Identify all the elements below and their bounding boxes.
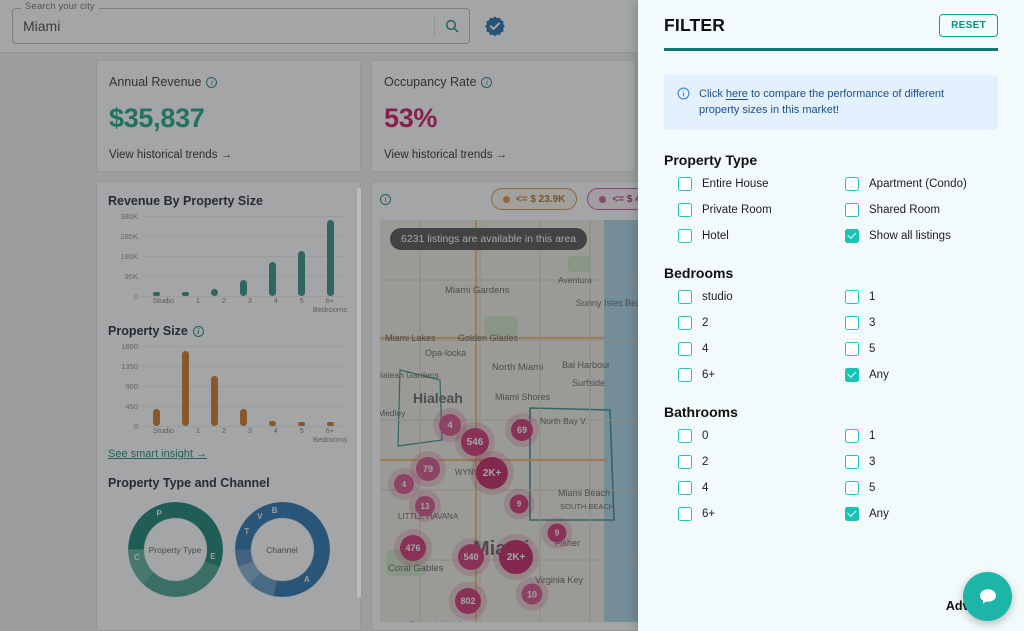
filter-option[interactable]: 0 — [664, 428, 831, 443]
filter-option-label: Hotel — [702, 229, 729, 242]
filter-option-label: 5 — [869, 342, 876, 355]
filter-header: FILTER RESET — [638, 0, 1024, 51]
info-circle-icon — [677, 87, 690, 102]
filter-option-label: Entire House — [702, 177, 769, 190]
notice-prefix: Click — [699, 87, 726, 100]
compare-notice-text: Click here to compare the performance of… — [699, 86, 985, 119]
filter-option[interactable]: 6+ — [664, 367, 831, 382]
filter-option[interactable]: 4 — [664, 480, 831, 495]
filter-option-label: 6+ — [702, 507, 716, 520]
checkbox-icon[interactable] — [678, 454, 692, 469]
filter-drawer: FILTER RESET Click here to compare the p… — [638, 0, 1024, 631]
filter-option-label: 0 — [702, 429, 709, 442]
filter-option-label: 6+ — [702, 368, 716, 381]
filter-option-label: studio — [702, 290, 733, 303]
notice-here-link[interactable]: here — [726, 88, 748, 100]
filter-option-label: 4 — [702, 342, 709, 355]
filter-options: 0 1 2 3 4 5 6+ Any — [664, 428, 998, 521]
filter-option[interactable]: 2 — [664, 454, 831, 469]
filter-option-label: 2 — [702, 455, 709, 468]
app-root: Miami Search your city Annual Revenue i … — [0, 0, 1024, 631]
filter-option[interactable]: 6+ — [664, 506, 831, 521]
checkbox-icon[interactable] — [678, 341, 692, 356]
filter-group-title: Bathrooms — [664, 403, 738, 420]
filter-option-label: Any — [869, 368, 889, 381]
checkbox-icon[interactable] — [845, 202, 859, 217]
filter-group: Property Type Entire House Apartment (Cond… — [664, 152, 998, 243]
filter-option-label: 1 — [869, 429, 876, 442]
checkbox-icon[interactable] — [678, 480, 692, 495]
filter-option[interactable]: Any — [831, 506, 998, 521]
checkbox-icon[interactable] — [845, 289, 859, 304]
filter-option[interactable]: Shared Room — [831, 202, 998, 217]
filter-group-title: Property Type — [664, 151, 758, 168]
filter-option-label: Shared Room — [869, 203, 940, 216]
filter-option[interactable]: Private Room — [664, 202, 831, 217]
checkbox-icon[interactable] — [678, 506, 692, 521]
checkbox-icon[interactable] — [845, 341, 859, 356]
compare-notice: Click here to compare the performance of… — [664, 74, 998, 130]
filter-options: studio 1 2 3 4 5 6+ Any — [664, 289, 998, 382]
filter-option[interactable]: 3 — [831, 454, 998, 469]
filter-option[interactable]: Show all listings — [831, 228, 998, 243]
filter-option[interactable]: Apartment (Condo) — [831, 176, 998, 191]
filter-option-label: 2 — [702, 316, 709, 329]
chat-bubble-icon[interactable] — [963, 572, 1012, 621]
filter-group: Bathrooms 0 1 2 3 4 5 6+ Any — [664, 404, 998, 521]
checkbox-icon[interactable] — [678, 176, 692, 191]
checkbox-icon[interactable] — [845, 315, 859, 330]
checkbox-icon[interactable] — [678, 202, 692, 217]
filter-option[interactable]: 5 — [831, 341, 998, 356]
filter-option[interactable]: Entire House — [664, 176, 831, 191]
checkbox-icon[interactable] — [678, 289, 692, 304]
filter-option-label: 3 — [869, 455, 876, 468]
filter-group: Bedrooms studio 1 2 3 4 5 6+ Any — [664, 265, 998, 382]
checkbox-icon[interactable] — [678, 367, 692, 382]
filter-option[interactable]: 3 — [831, 315, 998, 330]
filter-option[interactable]: Any — [831, 367, 998, 382]
filter-option-label: Private Room — [702, 203, 772, 216]
panel-scrollbar[interactable] — [357, 188, 361, 598]
filter-option-label: 1 — [869, 290, 876, 303]
filter-option-label: Apartment (Condo) — [869, 177, 967, 190]
filter-option[interactable]: 5 — [831, 480, 998, 495]
checkbox-checked-icon[interactable] — [845, 367, 859, 382]
filter-option[interactable]: 2 — [664, 315, 831, 330]
filter-option[interactable]: Hotel — [664, 228, 831, 243]
filter-option-label: Any — [869, 507, 889, 520]
filter-option-label: Show all listings — [869, 229, 951, 242]
checkbox-checked-icon[interactable] — [845, 506, 859, 521]
reset-button[interactable]: RESET — [939, 14, 998, 37]
checkbox-icon[interactable] — [678, 428, 692, 443]
filter-group-title: Bedrooms — [664, 264, 734, 281]
checkbox-icon[interactable] — [845, 176, 859, 191]
filter-option[interactable]: studio — [664, 289, 831, 304]
filter-option-label: 3 — [869, 316, 876, 329]
checkbox-icon[interactable] — [678, 228, 692, 243]
checkbox-icon[interactable] — [845, 480, 859, 495]
filter-option-label: 4 — [702, 481, 709, 494]
filter-option[interactable]: 4 — [664, 341, 831, 356]
filter-title: FILTER — [664, 15, 726, 35]
checkbox-icon[interactable] — [845, 428, 859, 443]
checkbox-checked-icon[interactable] — [845, 228, 859, 243]
filter-option-label: 5 — [869, 481, 876, 494]
checkbox-icon[interactable] — [678, 315, 692, 330]
filter-body: Click here to compare the performance of… — [638, 51, 1024, 600]
filter-options: Entire House Apartment (Condo) Private Roo… — [664, 176, 998, 243]
filter-option[interactable]: 1 — [831, 289, 998, 304]
checkbox-icon[interactable] — [845, 454, 859, 469]
filter-option[interactable]: 1 — [831, 428, 998, 443]
